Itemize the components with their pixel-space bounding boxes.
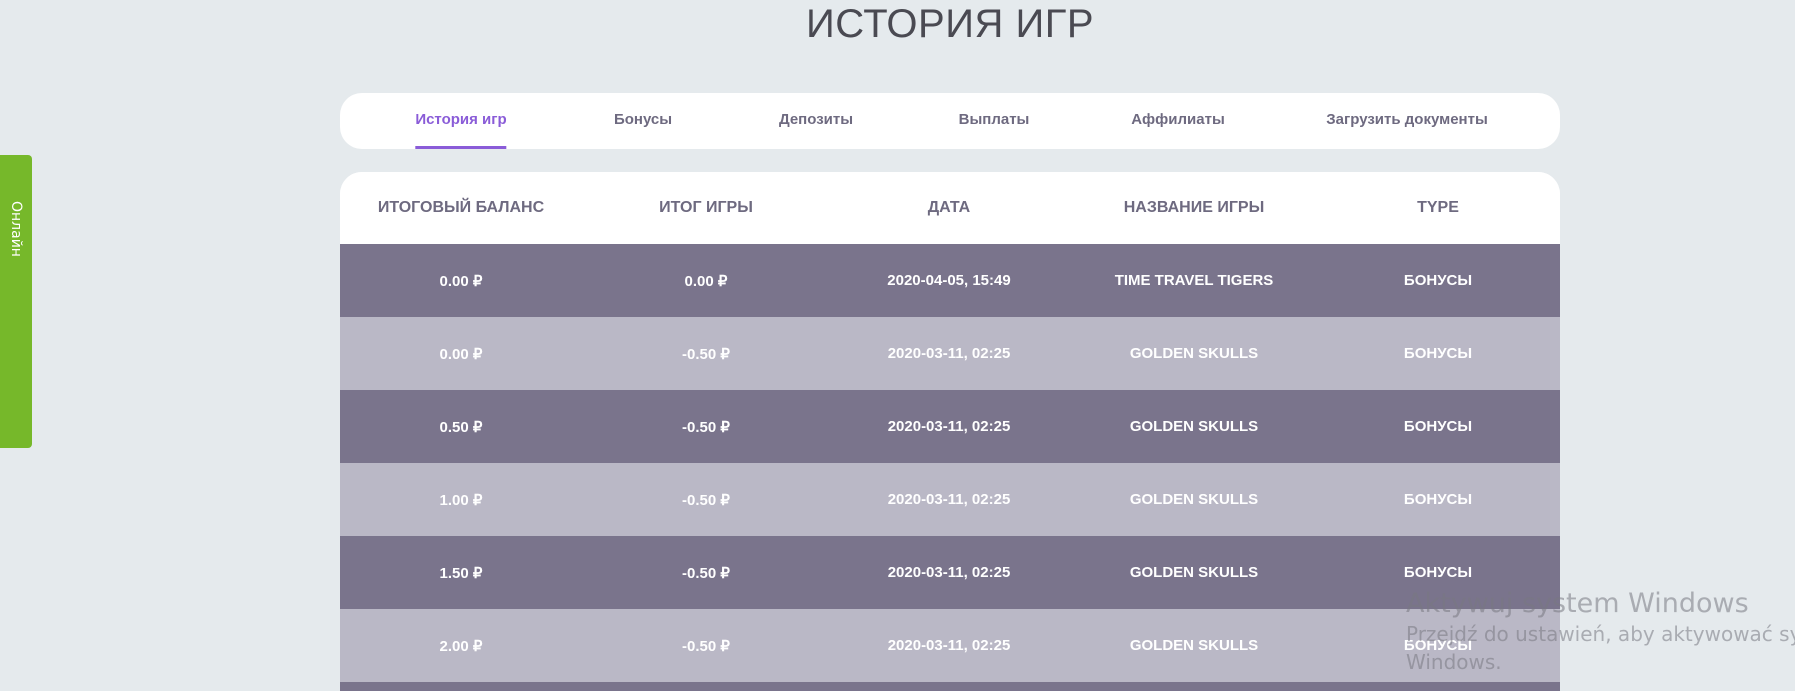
table-cell: БОНУСЫ: [1403, 345, 1473, 362]
table-cell: GOLDEN SKULLS: [1129, 345, 1259, 362]
table-cell: -0.50 ₽: [682, 345, 730, 363]
table-cell: 1.00 ₽: [439, 491, 483, 509]
table-header: ИТОГОВЫЙ БАЛАНС ИТОГ ИГРЫ ДАТА НАЗВАНИЕ …: [340, 172, 1560, 244]
table-row: 0.00 ₽ -0.50 ₽ 2020-03-11, 02:25 GOLDEN SKU…: [340, 317, 1560, 390]
table-cell: БОНУСЫ: [1403, 637, 1473, 654]
column-header: ИТОГ ИГРЫ: [659, 199, 753, 216]
column-header: ИТОГОВЫЙ БАЛАНС: [377, 199, 545, 216]
online-chat-tab[interactable]: Онлайн: [0, 155, 32, 448]
table-cell: GOLDEN SKULLS: [1129, 564, 1259, 581]
tab-bonuses[interactable]: Бонусы: [614, 93, 672, 149]
table-cell: 1.50 ₽: [439, 564, 483, 582]
table-cell: -0.50 ₽: [682, 564, 730, 582]
table-cell: -0.50 ₽: [682, 418, 730, 436]
table-cell: GOLDEN SKULLS: [1129, 491, 1259, 508]
table-cell: GOLDEN SKULLS: [1129, 637, 1259, 654]
table-cell: 2020-03-11, 02:25: [887, 564, 1011, 581]
tab-withdrawals[interactable]: Выплаты: [959, 93, 1030, 149]
tab-deposits[interactable]: Депозиты: [779, 93, 853, 149]
online-chat-label: Онлайн: [8, 201, 24, 257]
table-row: 1.50 ₽ -0.50 ₽ 2020-03-11, 02:25 GOLDEN SKU…: [340, 536, 1560, 609]
table-row: [340, 682, 1560, 691]
table-cell: TIME TRAVEL TIGERS: [1114, 272, 1274, 289]
table-cell: 2.00 ₽: [439, 637, 483, 655]
table-cell: -0.50 ₽: [682, 491, 730, 509]
table-cell: 0.00 ₽: [684, 272, 728, 290]
table-cell: БОНУСЫ: [1403, 491, 1473, 508]
tab-upload-documents[interactable]: Загрузить документы: [1326, 93, 1488, 149]
game-history-table: ИТОГОВЫЙ БАЛАНС ИТОГ ИГРЫ ДАТА НАЗВАНИЕ …: [340, 172, 1560, 691]
table-cell: 2020-03-11, 02:25: [887, 637, 1011, 654]
tab-affiliates[interactable]: Аффилиаты: [1131, 93, 1225, 149]
table-cell: 0.50 ₽: [439, 418, 483, 436]
table-cell: 0.00 ₽: [439, 272, 483, 290]
table-cell: -0.50 ₽: [682, 637, 730, 655]
table-row: 2.00 ₽ -0.50 ₽ 2020-03-11, 02:25 GOLDEN SKU…: [340, 609, 1560, 682]
table-cell: 2020-03-11, 02:25: [887, 418, 1011, 435]
table-cell: 0.00 ₽: [439, 345, 483, 363]
column-header: НАЗВАНИЕ ИГРЫ: [1123, 199, 1265, 216]
table-cell: БОНУСЫ: [1403, 272, 1473, 289]
column-header: ДАТА: [927, 199, 971, 216]
account-tabs: История игр Бонусы Депозиты Выплаты Аффи…: [340, 93, 1560, 149]
table-row: 0.50 ₽ -0.50 ₽ 2020-03-11, 02:25 GOLDEN SKU…: [340, 390, 1560, 463]
table-cell: 2020-04-05, 15:49: [887, 272, 1011, 289]
table-row: 0.00 ₽ 0.00 ₽ 2020-04-05, 15:49 TIME TRAVEL…: [340, 244, 1560, 317]
table-cell: 2020-03-11, 02:25: [887, 345, 1011, 362]
table-cell: БОНУСЫ: [1403, 564, 1473, 581]
page-title: ИСТОРИЯ ИГР: [805, 2, 1095, 46]
column-header: TYPE: [1417, 199, 1459, 216]
table-row: 1.00 ₽ -0.50 ₽ 2020-03-11, 02:25 GOLDEN SKU…: [340, 463, 1560, 536]
table-cell: БОНУСЫ: [1403, 418, 1473, 435]
tab-game-history[interactable]: История игр: [415, 93, 508, 149]
table-cell: 2020-03-11, 02:25: [887, 491, 1011, 508]
table-cell: GOLDEN SKULLS: [1129, 418, 1259, 435]
